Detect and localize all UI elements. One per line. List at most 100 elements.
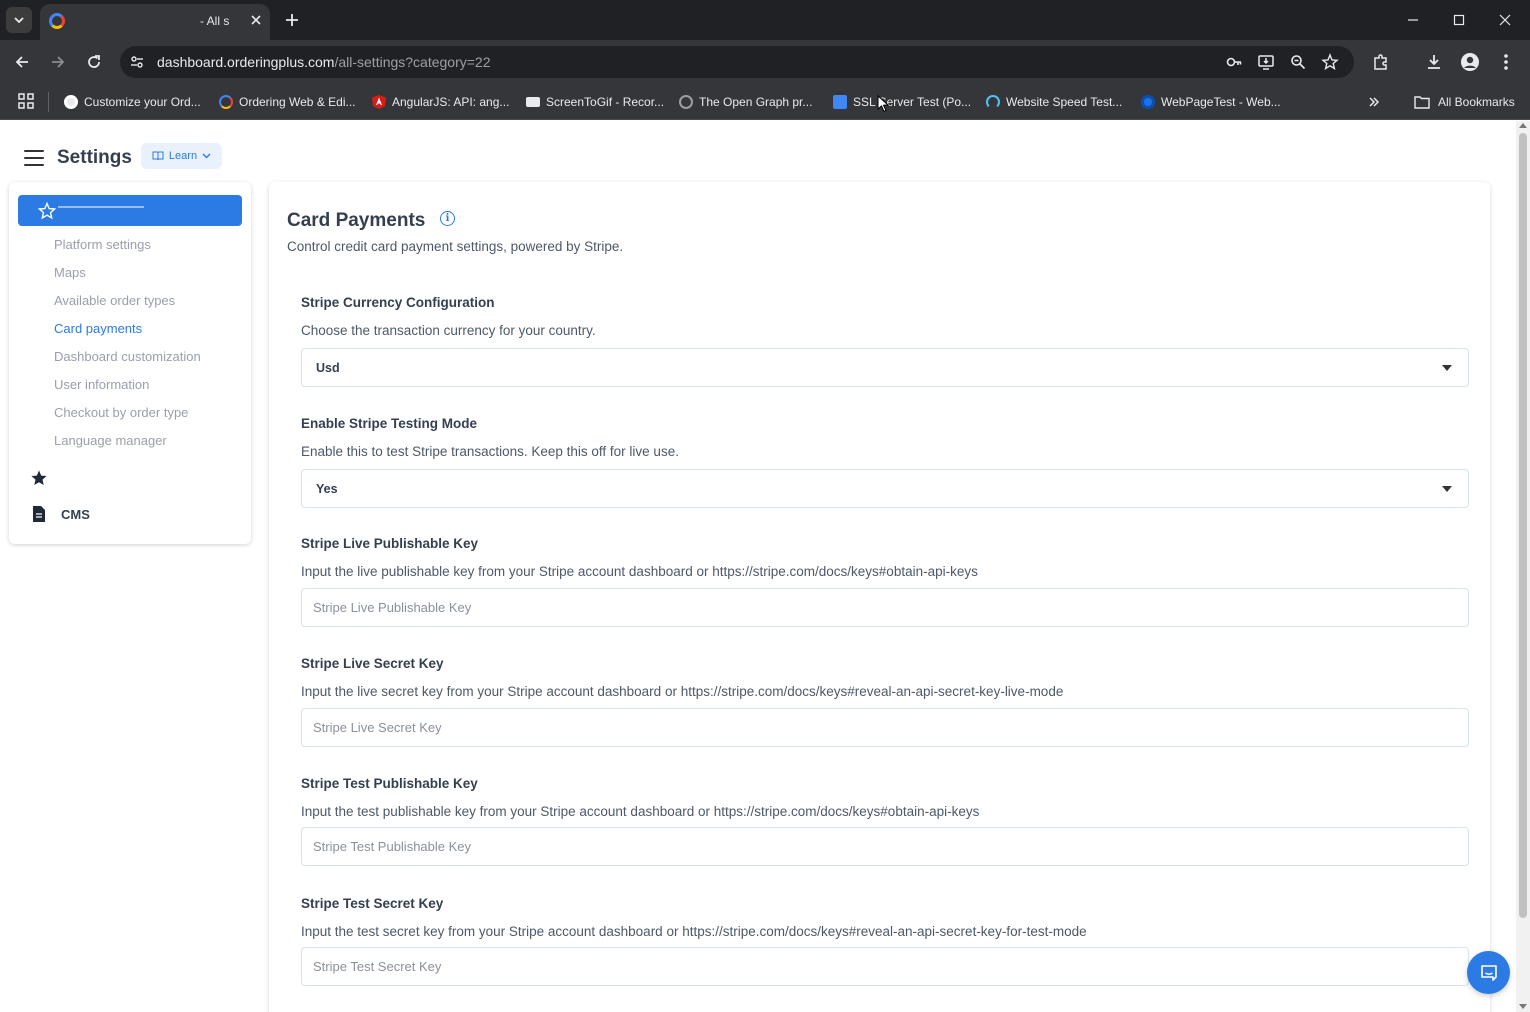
test-publishable-key-input[interactable]: [301, 827, 1469, 866]
active-indicator: [58, 206, 144, 208]
globe-icon: [64, 95, 78, 109]
bookmark-label: Website Speed Test...: [1006, 95, 1123, 109]
bookmark-label: ScreenToGif - Recor...: [546, 95, 665, 109]
bookmark-item[interactable]: SSL Server Test (Po...: [833, 91, 971, 113]
bookmarks-separator: [48, 92, 49, 112]
bookmark-item[interactable]: Website Speed Test...: [986, 91, 1122, 113]
browser-toolbar: dashboard.orderingplus.com/all-settings?…: [0, 40, 1530, 84]
extensions-puzzle-icon[interactable]: [1369, 50, 1393, 74]
browser-menu-icon[interactable]: [1494, 50, 1518, 74]
bookmark-label: SSL Server Test (Po...: [853, 95, 972, 109]
caret-down-icon: [1442, 365, 1452, 371]
page-scrollbar[interactable]: [1516, 121, 1530, 1012]
tab-list-chevron-icon[interactable]: [6, 7, 32, 33]
chat-bubble-icon: [1480, 964, 1497, 981]
bookmark-item[interactable]: WebPageTest - Web...: [1141, 91, 1281, 113]
reload-icon[interactable]: [81, 49, 107, 75]
scroll-down-arrow-icon[interactable]: [1519, 1004, 1527, 1009]
bookmark-star-icon[interactable]: [1320, 52, 1340, 72]
live-publishable-key-label: Stripe Live Publishable Key: [301, 536, 479, 551]
maximize-icon[interactable]: [1436, 4, 1482, 36]
ordering-icon: [219, 95, 233, 109]
new-tab-plus-icon[interactable]: [280, 8, 304, 32]
download-icon[interactable]: [1422, 50, 1446, 74]
sidebar-item-checkout-by-order-type[interactable]: Checkout by order type: [54, 405, 188, 420]
webpagetest-icon: [1141, 95, 1155, 109]
star-filled-icon[interactable]: [29, 468, 49, 488]
card-payments-panel: Card Payments i Control credit card paym…: [269, 182, 1490, 1012]
bookmark-item[interactable]: Ordering Web & Edi...: [219, 91, 356, 113]
forward-arrow-icon[interactable]: [45, 49, 71, 75]
address-bar[interactable]: dashboard.orderingplus.com/all-settings?…: [120, 46, 1354, 78]
live-secret-key-input[interactable]: [301, 708, 1469, 747]
opengraph-icon: [679, 95, 693, 109]
test-secret-key-label: Stripe Test Secret Key: [301, 896, 444, 911]
sidebar-item-language-manager[interactable]: Language manager: [54, 433, 167, 448]
menu-hamburger-icon[interactable]: [24, 150, 44, 166]
test-secret-key-input[interactable]: [301, 947, 1469, 986]
browser-tab-bar: - All s: [0, 0, 1530, 40]
back-arrow-icon[interactable]: [9, 49, 35, 75]
currency-config-label: Stripe Currency Configuration: [301, 295, 495, 310]
testing-mode-select[interactable]: Yes: [301, 469, 1469, 508]
page-content: Settings Learn Platform settings Maps Av…: [0, 121, 1530, 1012]
bookmark-item[interactable]: AngularJS: API: ang...: [372, 91, 509, 113]
bookmark-item[interactable]: The Open Graph pr...: [679, 91, 812, 113]
sidebar-item-platform-settings[interactable]: Platform settings: [54, 237, 151, 252]
bookmark-label: Customize your Ord...: [84, 95, 201, 109]
chevron-down-icon: [202, 153, 211, 159]
tab-close-icon[interactable]: [246, 10, 266, 30]
bookmark-label: AngularJS: API: ang...: [392, 95, 510, 109]
all-bookmarks-button[interactable]: All Bookmarks: [1414, 91, 1515, 113]
info-icon[interactable]: i: [440, 211, 455, 226]
url-domain: dashboard.orderingplus.com: [157, 54, 335, 70]
settings-sidebar: Platform settings Maps Available order t…: [9, 182, 251, 544]
favorites-section-header[interactable]: [18, 195, 242, 226]
test-publishable-key-label: Stripe Test Publishable Key: [301, 776, 478, 791]
sidebar-item-cms[interactable]: CMS: [61, 507, 90, 522]
testing-mode-select-value: Yes: [316, 482, 338, 496]
close-window-icon[interactable]: [1482, 4, 1528, 36]
zoom-icon[interactable]: [1288, 52, 1308, 72]
test-secret-key-desc: Input the test secret key from your Stri…: [301, 924, 1087, 939]
caret-down-icon: [1442, 486, 1452, 492]
install-app-icon[interactable]: [1256, 52, 1276, 72]
testing-mode-desc: Enable this to test Stripe transactions.…: [301, 444, 679, 459]
bookmark-item[interactable]: Customize your Ord...: [64, 91, 201, 113]
section-title: Card Payments: [287, 210, 426, 231]
section-subtitle: Control credit card payment settings, po…: [287, 239, 624, 254]
apps-grid-icon[interactable]: [17, 92, 35, 110]
scroll-up-arrow-icon[interactable]: [1519, 123, 1527, 128]
live-secret-key-desc: Input the live secret key from your Stri…: [301, 684, 1064, 699]
tab-title: - All s: [200, 14, 230, 28]
currency-select-value: Usd: [316, 361, 340, 375]
sidebar-item-user-information[interactable]: User information: [54, 377, 149, 392]
learn-label: Learn: [168, 150, 198, 162]
screentogif-icon: [526, 97, 540, 107]
site-settings-icon[interactable]: [128, 53, 146, 71]
chat-support-button[interactable]: [1467, 951, 1510, 994]
browser-tab[interactable]: - All s: [40, 4, 270, 40]
document-icon[interactable]: [31, 505, 47, 523]
sidebar-item-available-order-types[interactable]: Available order types: [54, 293, 175, 308]
currency-config-desc: Choose the transaction currency for your…: [301, 323, 596, 338]
star-outline-icon: [37, 201, 57, 221]
sidebar-item-card-payments[interactable]: Card payments: [54, 321, 142, 336]
bookmarks-bar: Customize your Ord... Ordering Web & Edi…: [0, 84, 1530, 120]
learn-button[interactable]: Learn: [141, 143, 222, 169]
all-bookmarks-label: All Bookmarks: [1438, 95, 1515, 109]
bookmark-item[interactable]: ScreenToGif - Recor...: [526, 91, 664, 113]
sidebar-item-dashboard-customization[interactable]: Dashboard customization: [54, 349, 201, 364]
minimize-icon[interactable]: [1390, 4, 1436, 36]
password-key-icon[interactable]: [1224, 52, 1244, 72]
currency-select[interactable]: Usd: [301, 348, 1469, 387]
live-publishable-key-input[interactable]: [301, 588, 1469, 627]
scroll-thumb[interactable]: [1519, 133, 1527, 918]
speedtest-icon: [986, 95, 1000, 109]
profile-avatar-icon[interactable]: [1458, 50, 1482, 74]
sidebar-item-maps[interactable]: Maps: [54, 265, 86, 280]
bookmarks-overflow-chevron-icon[interactable]: [1364, 92, 1384, 112]
mouse-cursor-icon: [877, 95, 889, 113]
live-publishable-key-desc: Input the live publishable key from your…: [301, 564, 978, 579]
url-text: dashboard.orderingplus.com/all-settings?…: [157, 54, 491, 70]
